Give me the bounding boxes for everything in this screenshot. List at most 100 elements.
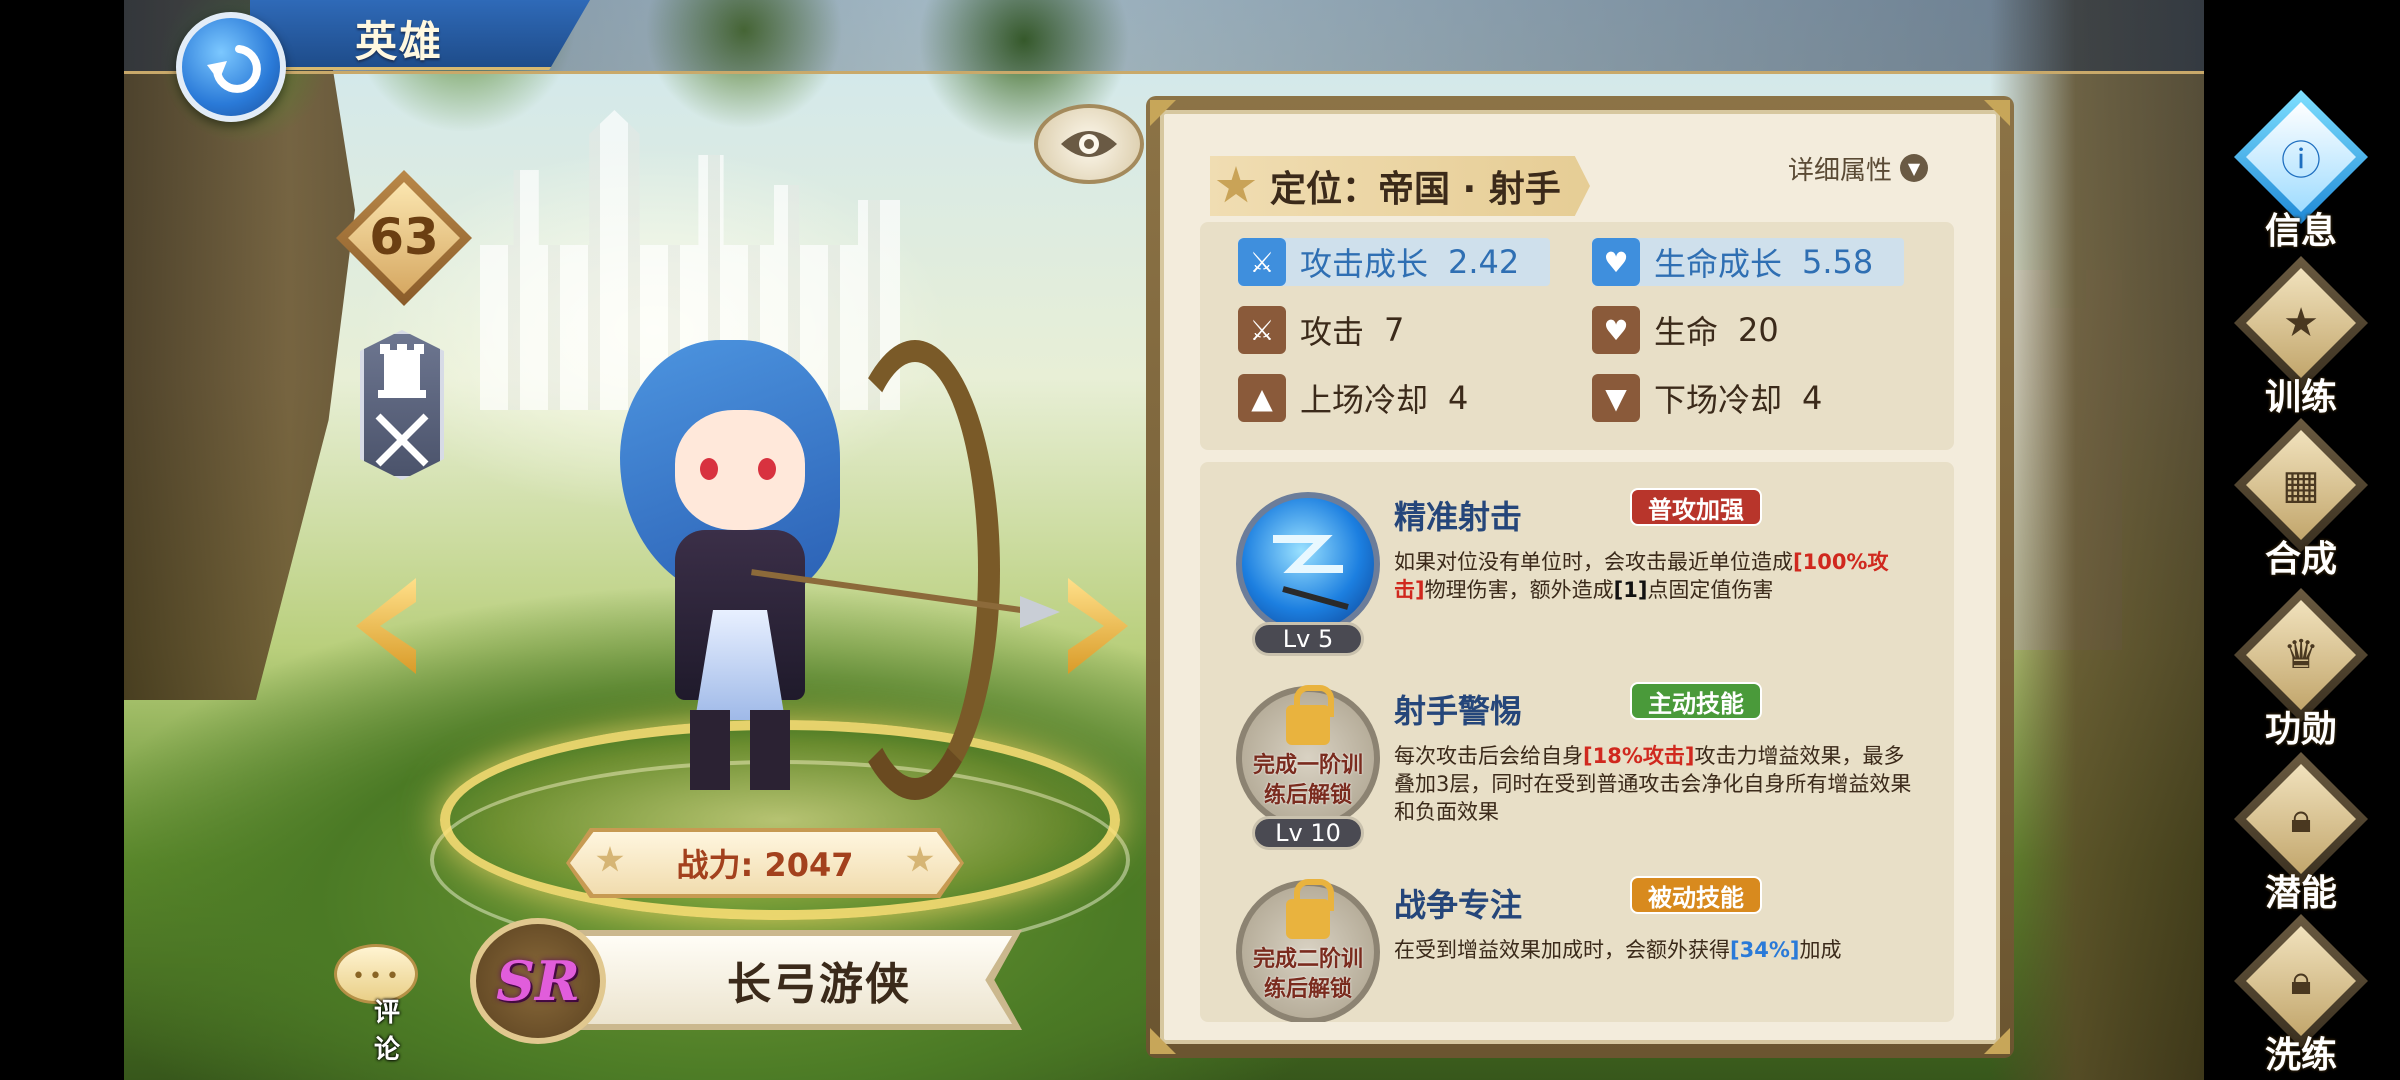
hero-face [675, 410, 805, 530]
skill-description: 在受到增益效果加成时，会额外获得[34%]加成 [1394, 936, 1914, 964]
page-title: 英雄 [355, 17, 444, 66]
comment-label: 评论 [374, 998, 401, 1065]
desc-highlight: [1] [1613, 578, 1648, 602]
detail-label: 详细属性 [1788, 155, 1893, 186]
info-icon: ⓘ [2246, 102, 2356, 212]
hero-figure [580, 340, 1060, 800]
lock-icon: 🔒︎ [2246, 764, 2356, 874]
skill-name: 战争专注 [1394, 886, 1523, 924]
comment-button[interactable]: ••• 评论 [334, 944, 424, 1065]
menu-label: 潜能 [2264, 873, 2337, 914]
desc-text: 点固定值伤害 [1647, 578, 1774, 602]
menu-combine[interactable]: ▦ 合成 [2224, 418, 2378, 580]
stat-value: 20 [1738, 311, 1779, 349]
stat-value: 2.42 [1448, 243, 1520, 281]
menu-potential[interactable]: 🔒︎ 潜能 [2224, 752, 2378, 914]
eye-icon [1061, 131, 1117, 157]
menu-label: 信息 [2264, 211, 2337, 252]
hero-level: 63 [369, 208, 439, 266]
desc-highlight: [18%攻击] [1583, 744, 1695, 768]
sword-icon: ⚔ [1238, 238, 1286, 286]
crossed-swords-icon [375, 413, 429, 467]
stat-label: 上场冷却 [1300, 381, 1429, 419]
skill-tag: 主动技能 [1630, 682, 1762, 720]
stat-attack: ⚔ 攻击 7 [1238, 306, 1404, 354]
skill-name: 精准射击 [1394, 498, 1523, 536]
menu-label: 功勋 [2264, 709, 2337, 750]
hero-name: 长弓游侠 [727, 959, 911, 1010]
back-button[interactable] [176, 12, 286, 122]
lock-icon: 🔒︎ [2246, 926, 2356, 1036]
stat-label: 攻击 [1300, 313, 1365, 351]
menu-label: 洗练 [2264, 1035, 2337, 1076]
menu-merit[interactable]: ♛ 功勋 [2224, 588, 2378, 750]
unlock-requirement: 完成一阶训练后解锁 [1252, 753, 1363, 808]
menu-training[interactable]: ★ 训练 [2224, 256, 2378, 418]
stat-hp-growth: ♥ 生命成长 5.58 [1592, 238, 1904, 286]
desc-text: 物理伤害，额外造成 [1424, 578, 1614, 602]
stat-value: 7 [1384, 311, 1405, 349]
lightning-arrow-icon [1236, 492, 1380, 636]
lock-icon [1286, 879, 1334, 939]
stat-label: 生命成长 [1654, 245, 1783, 283]
skill-level: Lv 10 [1252, 816, 1364, 850]
stat-value: 4 [1802, 379, 1823, 417]
name-plate: 长弓游侠 [566, 936, 1012, 1024]
skill-tag: 被动技能 [1630, 876, 1762, 914]
hero-legs [690, 710, 790, 790]
menu-refine[interactable]: 🔒︎ 洗练 [2224, 914, 2378, 1076]
hero-bow [830, 340, 1000, 800]
skill-name: 射手警惕 [1394, 692, 1523, 730]
rarity-badge: SR [470, 918, 606, 1044]
chevron-down-icon: ▼ [1900, 154, 1929, 182]
desc-text: 加成 [1799, 938, 1842, 962]
sword-icon: ⚔ [1238, 306, 1286, 354]
skill-level: Lv 5 [1252, 622, 1364, 656]
cards-icon: ▦ [2246, 430, 2356, 540]
unlock-requirement: 完成二阶训练后解锁 [1252, 947, 1363, 1002]
skill-item[interactable]: 完成二阶训练后解锁 战争专注 被动技能 在受到增益效果加成时，会额外获得[34%… [1200, 850, 1954, 1022]
stat-label: 生命 [1654, 313, 1719, 351]
lock-icon [1286, 685, 1334, 745]
role-tag: 定位：帝国 · 射手 [1210, 156, 1590, 216]
stat-value: 5.58 [1802, 243, 1874, 281]
view-model-button[interactable] [1034, 104, 1144, 184]
menu-label: 训练 [2264, 377, 2337, 418]
role-label: 定位：帝国 · 射手 [1270, 169, 1561, 210]
arrow-down-icon: ▼ [1592, 374, 1640, 422]
skill-description: 如果对位没有单位时，会攻击最近单位造成[100%攻击]物理伤害，额外造成[1]点… [1394, 548, 1914, 604]
lightning-bolt-icon [1273, 535, 1349, 610]
class-tag [360, 330, 444, 480]
locked-skill-icon: 完成一阶训练后解锁 [1236, 685, 1380, 830]
tower-icon [378, 344, 426, 398]
desc-highlight: [34%] [1730, 938, 1800, 962]
hero-arrow-head [1020, 596, 1060, 628]
hero-power: 战力: 2047 [676, 846, 854, 884]
desc-text: 在受到增益效果加成时，会额外获得 [1394, 938, 1730, 962]
locked-skill-icon: 完成二阶训练后解锁 [1236, 879, 1380, 1022]
stat-attack-growth: ⚔ 攻击成长 2.42 [1238, 238, 1550, 286]
stat-exit-cooldown: ▼ 下场冷却 4 [1592, 374, 1822, 422]
stat-enter-cooldown: ▲ 上场冷却 4 [1238, 374, 1468, 422]
detail-attributes-button[interactable]: 详细属性 ▼ [1788, 148, 1929, 188]
hero-eye-right [758, 458, 776, 480]
training-icon: ★ [2246, 268, 2356, 378]
stat-value: 4 [1448, 379, 1469, 417]
skill-description: 每次攻击后会给自身[18%攻击]攻击力增益效果，最多叠加3层，同时在受到普通攻击… [1394, 742, 1914, 826]
heart-icon: ♥ [1592, 238, 1640, 286]
skill-item[interactable]: 完成一阶训练后解锁 Lv 10 射手警惕 主动技能 每次攻击后会给自身[18%攻… [1200, 656, 1954, 850]
stat-label: 下场冷却 [1654, 381, 1783, 419]
desc-text: 如果对位没有单位时，会攻击最近单位造成 [1394, 550, 1793, 574]
hero-eye-left [700, 458, 718, 480]
desc-text: 每次攻击后会给自身 [1394, 744, 1583, 768]
tree-trunk-right [1990, 0, 2204, 1080]
back-arrow-icon [207, 45, 261, 93]
power-plate: 战力: 2047 [570, 832, 960, 894]
skills-box: Lv 5 精准射击 普攻加强 如果对位没有单位时，会攻击最近单位造成[100%攻… [1200, 462, 1954, 1022]
stat-label: 攻击成长 [1300, 245, 1429, 283]
skill-item[interactable]: Lv 5 精准射击 普攻加强 如果对位没有单位时，会攻击最近单位造成[100%攻… [1200, 462, 1954, 656]
menu-info[interactable]: ⓘ 信息 [2224, 90, 2378, 252]
stat-hp: ♥ 生命 20 [1592, 306, 1779, 354]
crown-icon: ♛ [2246, 600, 2356, 710]
heart-icon: ♥ [1592, 306, 1640, 354]
